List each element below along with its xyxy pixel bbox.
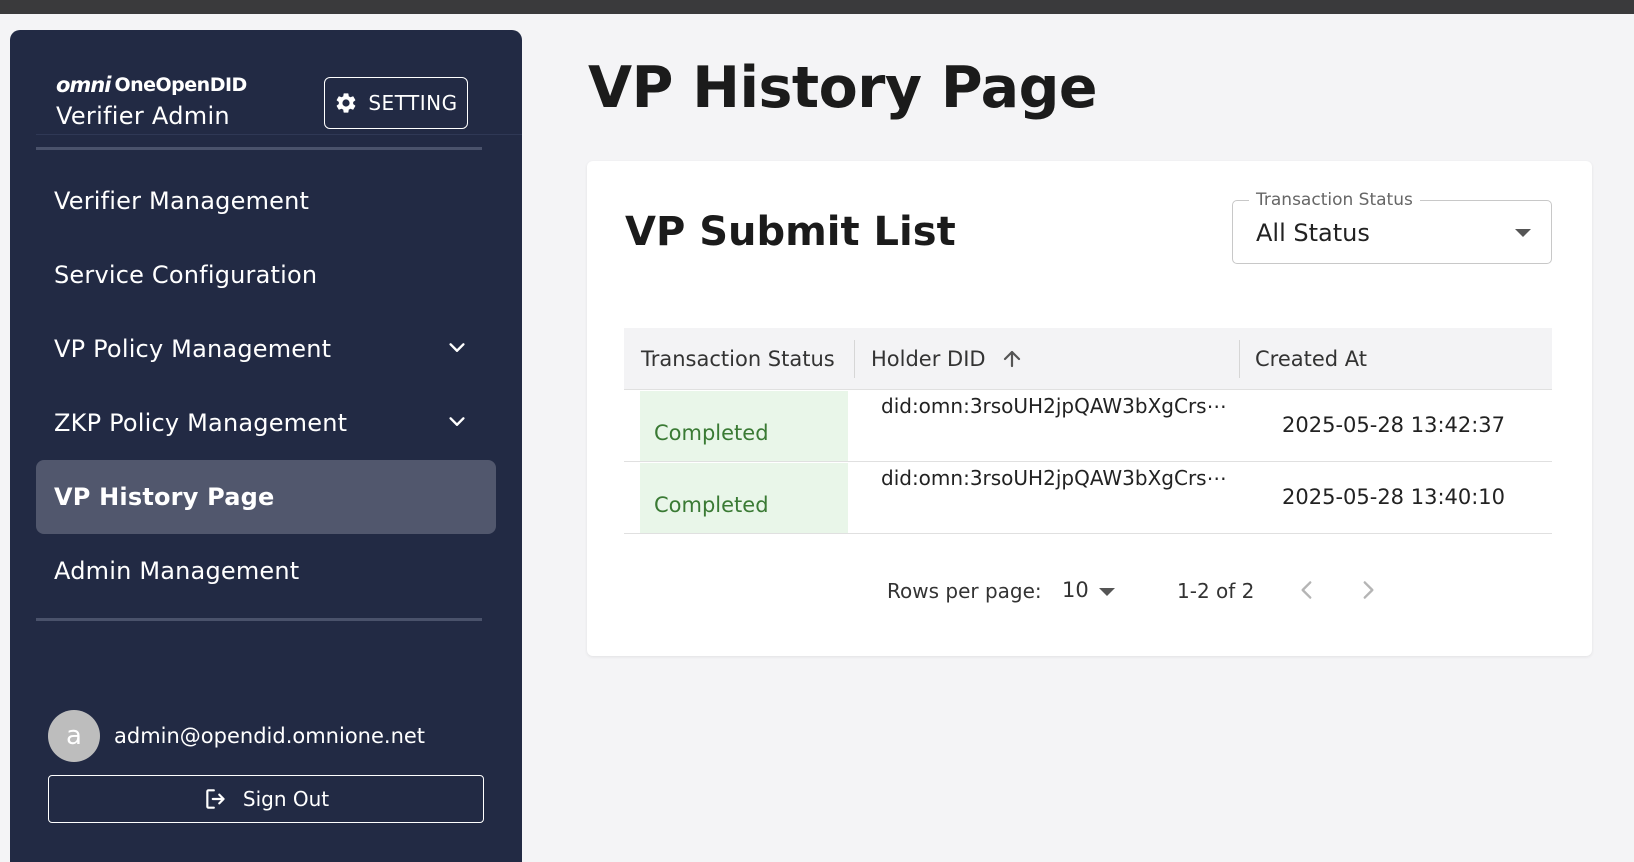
column-separator[interactable] — [854, 340, 855, 378]
chevron-left-icon[interactable] — [1294, 577, 1320, 603]
app-name: Verifier Admin — [56, 102, 230, 130]
chevron-down-icon[interactable] — [446, 411, 468, 433]
rows-per-page-select[interactable]: 10 — [1062, 578, 1089, 602]
sidebar: omni OneOpenDID Verifier Admin SETTING V… — [10, 30, 522, 862]
table-row[interactable]: Completed did:omn:3rsoUH2jpQAW3bXgCrs⋯ 2… — [624, 390, 1552, 462]
page-title: VP History Page — [588, 55, 1098, 121]
nav-divider-bottom — [36, 618, 482, 621]
vp-submit-table: Transaction Status Holder DID Created At… — [624, 328, 1552, 534]
user-email: admin@opendid.omnione.net — [114, 724, 426, 748]
gear-icon — [337, 93, 356, 113]
column-header-holder-did[interactable]: Holder DID — [871, 328, 1024, 390]
status-badge: Completed — [640, 463, 848, 533]
window-top-bar — [0, 0, 1634, 14]
user-info: a admin@opendid.omnione.net — [48, 710, 425, 762]
brand: omni OneOpenDID Verifier Admin — [56, 72, 247, 130]
nav-item-label: Service Configuration — [54, 261, 318, 289]
holder-did-cell: did:omn:3rsoUH2jpQAW3bXgCrs⋯ — [881, 394, 1227, 418]
nav-item-label: VP Policy Management — [54, 335, 332, 363]
column-separator[interactable] — [1239, 340, 1240, 378]
table-row[interactable]: Completed did:omn:3rsoUH2jpQAW3bXgCrs⋯ 2… — [624, 462, 1552, 534]
nav-item-label: Admin Management — [54, 557, 300, 585]
nav-item-vp-policy-management[interactable]: VP Policy Management — [36, 312, 496, 386]
caret-down-icon[interactable] — [1099, 588, 1115, 596]
sign-out-button[interactable]: Sign Out — [48, 775, 484, 823]
avatar: a — [48, 710, 100, 762]
setting-button[interactable]: SETTING — [324, 77, 468, 129]
arrow-up-icon[interactable] — [1000, 347, 1024, 371]
pagination: Rows per page: 10 1-2 of 2 — [587, 571, 1592, 611]
column-header-transaction-status[interactable]: Transaction Status — [641, 328, 835, 390]
nav-item-vp-history-page[interactable]: VP History Page — [36, 460, 496, 534]
column-header-created-at[interactable]: Created At — [1255, 328, 1367, 390]
created-at-cell: 2025-05-28 13:42:37 — [1282, 413, 1506, 437]
column-header-label: Created At — [1255, 347, 1368, 371]
sign-out-label: Sign Out — [242, 787, 330, 811]
card-title: VP Submit List — [625, 209, 956, 255]
created-at-cell: 2025-05-28 13:40:10 — [1282, 485, 1506, 509]
nav-item-verifier-management[interactable]: Verifier Management — [36, 164, 496, 238]
rows-per-page-label: Rows per page: — [887, 579, 1042, 603]
setting-button-label: SETTING — [368, 91, 458, 115]
logo-text: OneOpenDID — [114, 74, 247, 96]
nav-item-admin-management[interactable]: Admin Management — [36, 534, 496, 608]
nav-item-label: ZKP Policy Management — [54, 409, 348, 437]
nav-divider-top — [36, 147, 482, 150]
select-value: All Status — [1256, 219, 1370, 247]
table-header: Transaction Status Holder DID Created At — [624, 328, 1552, 390]
logo-mark: omni — [56, 73, 111, 97]
column-header-label: Transaction Status — [641, 347, 835, 371]
logo: omni OneOpenDID — [56, 72, 247, 98]
chevron-down-icon[interactable] — [446, 337, 468, 359]
caret-down-icon — [1515, 229, 1531, 237]
holder-did-cell: did:omn:3rsoUH2jpQAW3bXgCrs⋯ — [881, 466, 1227, 490]
pagination-range: 1-2 of 2 — [1177, 579, 1255, 603]
chevron-right-icon[interactable] — [1355, 577, 1381, 603]
nav-item-label: Verifier Management — [54, 187, 310, 215]
brand-divider — [36, 134, 522, 135]
status-badge: Completed — [640, 391, 848, 461]
logout-icon — [206, 789, 225, 809]
nav-item-label: VP History Page — [54, 483, 275, 511]
nav-item-zkp-policy-management[interactable]: ZKP Policy Management — [36, 386, 496, 460]
transaction-status-select[interactable]: Transaction Status All Status — [1232, 190, 1552, 264]
column-header-label: Holder DID — [871, 347, 986, 371]
nav-item-service-configuration[interactable]: Service Configuration — [36, 238, 496, 312]
select-label: Transaction Status — [1249, 190, 1420, 210]
vp-submit-list-card: VP Submit List Transaction Status All St… — [587, 161, 1592, 656]
